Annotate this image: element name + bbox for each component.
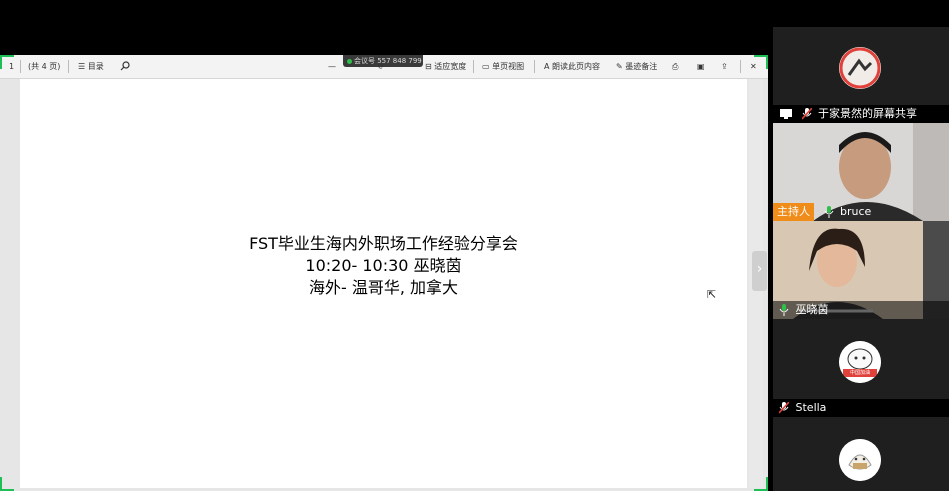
name-bar: 主持人 bruce [773, 203, 949, 221]
share-frame-corner [0, 477, 14, 491]
slide-location: 海外- 温哥华, 加拿大 [308, 278, 459, 297]
share-icon[interactable]: ⇪ [721, 61, 728, 73]
avatar [839, 47, 881, 89]
save-icon[interactable]: ▣ [697, 61, 705, 73]
toolbar-divider [20, 60, 21, 73]
name-bar: 巫晓茵 [773, 301, 949, 319]
participant-tile-speaker[interactable]: 巫晓茵 [773, 221, 949, 319]
mouse-cursor-icon: ⇱ [707, 288, 717, 301]
zoom-out-icon[interactable]: — [328, 61, 336, 73]
share-frame-corner [0, 55, 14, 69]
avatar [839, 439, 881, 481]
participant-name: 巫晓茵 [795, 303, 829, 316]
pdf-page: FST毕业生海内外职场工作经验分享会 10:20- 10:30 巫晓茵 海外- … [20, 79, 747, 488]
host-badge: 主持人 [773, 203, 814, 221]
pen-icon: ✎ [616, 62, 623, 71]
fit-width-icon: ⊟ [425, 62, 432, 71]
avatar: 中国加油 [839, 341, 881, 383]
participant-tile-sharer[interactable]: 于家景然的屏幕共享 [773, 27, 949, 123]
next-page-icon[interactable]: › [752, 251, 767, 291]
annotate-button[interactable]: ✎ 墨迹备注 [616, 61, 657, 73]
participant-tile-5[interactable] [773, 417, 949, 491]
shared-screen: 1 (共 4 页) ☰ 目录 — 会议号 557 848 799 ⟳ ⊟ 适应宽… [0, 55, 768, 491]
toolbar-divider [473, 60, 474, 73]
mic-icon [824, 206, 833, 218]
mic-icon [779, 304, 789, 316]
name-bar: Stella [773, 399, 949, 417]
slide-time-speaker: 10:20- 10:30 巫晓茵 [305, 256, 462, 275]
single-page-button[interactable]: ▭ 单页视图 [482, 61, 524, 73]
participant-name: Stella [795, 401, 827, 414]
share-frame-corner [754, 55, 768, 69]
toolbar-divider [534, 60, 535, 73]
rotate-icon[interactable]: ⟳ [378, 61, 385, 73]
toc-button[interactable]: ☰ 目录 [78, 61, 104, 73]
participant-tile-bruce[interactable]: 主持人 bruce [773, 123, 949, 221]
page-view-icon: ▭ [482, 62, 490, 71]
participant-name: 于家景然的屏幕共享 [818, 107, 917, 120]
adapt-width-button[interactable]: ⊟ 适应宽度 [425, 61, 466, 73]
participants-panel: 于家景然的屏幕共享 主持人 bruce 巫晓茵 中国加油 Stella [773, 27, 949, 491]
read-aloud-icon: A [544, 62, 550, 71]
print-icon[interactable]: ⎙ [672, 61, 678, 73]
participant-name: bruce [840, 205, 872, 218]
mic-muted-icon [801, 108, 812, 120]
toolbar-divider [740, 60, 741, 73]
toolbar-divider [68, 60, 69, 73]
recording-dot-icon [347, 58, 352, 64]
list-icon: ☰ [78, 62, 86, 71]
read-aloud-button[interactable]: A 朗读此页内容 [544, 61, 600, 73]
mic-muted-icon [779, 402, 789, 414]
search-icon[interactable] [120, 61, 130, 73]
avatar-text: 中国加油 [849, 370, 870, 376]
name-bar: 于家景然的屏幕共享 [773, 105, 949, 123]
participant-tile-stella[interactable]: 中国加油 Stella [773, 319, 949, 417]
screen-share-icon [780, 109, 792, 119]
pdf-toolbar: 1 (共 4 页) ☰ 目录 — 会议号 557 848 799 ⟳ ⊟ 适应宽… [0, 55, 768, 79]
page-total-label: (共 4 页) [28, 62, 61, 71]
share-frame-corner [754, 477, 768, 491]
slide-title: FST毕业生海内外职场工作经验分享会 [249, 234, 518, 253]
